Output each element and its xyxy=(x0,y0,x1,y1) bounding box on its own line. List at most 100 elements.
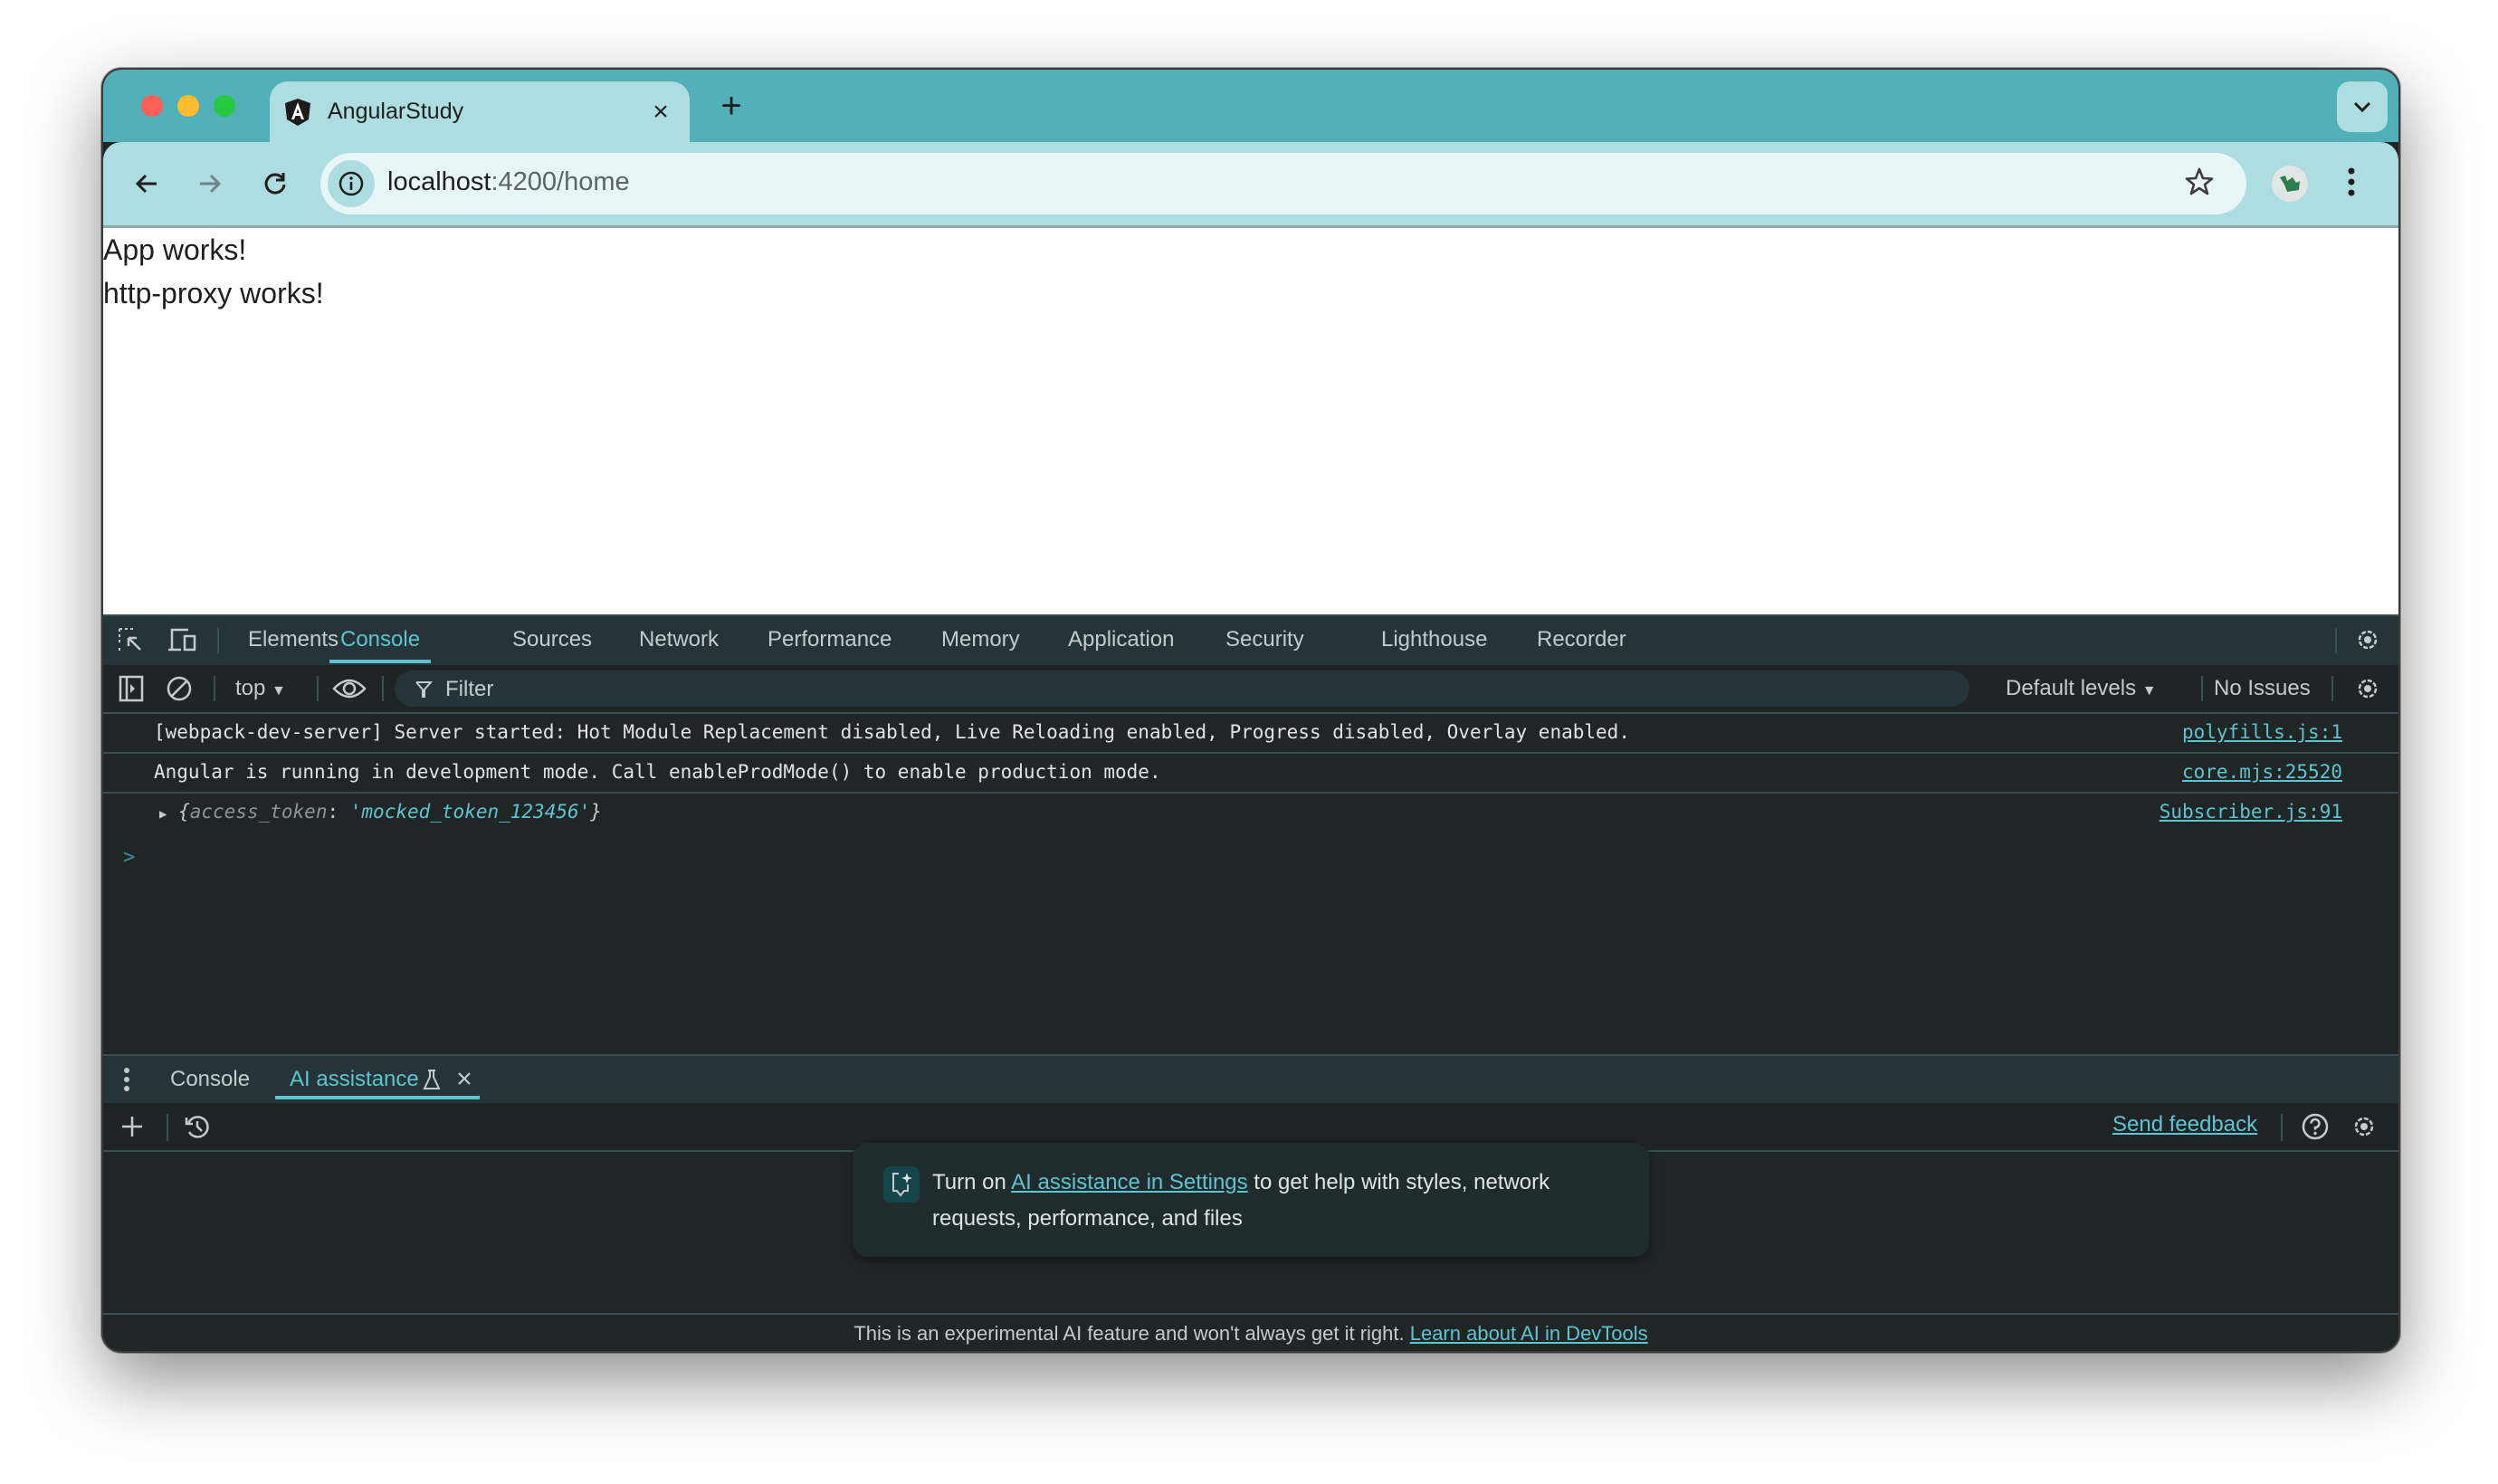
close-icon[interactable] xyxy=(456,1070,472,1087)
block-icon xyxy=(167,676,192,701)
brace-close: } xyxy=(590,801,602,823)
plus-icon xyxy=(122,1117,142,1137)
object-key: access_token xyxy=(189,801,328,823)
help-button[interactable] xyxy=(2301,1112,2330,1141)
tab-elements[interactable]: Elements xyxy=(248,616,338,663)
reload-icon xyxy=(264,173,286,195)
flask-icon xyxy=(423,1070,441,1089)
filter-placeholder: Filter xyxy=(445,677,494,701)
back-button[interactable] xyxy=(127,164,167,204)
brace-open: { xyxy=(178,801,190,823)
devtools-tab-bar: Elements Console Sources Network Perform… xyxy=(103,614,2398,667)
caret-down-icon: ▼ xyxy=(2141,683,2157,699)
ai-assistance-notice: Turn on AI assistance in Settings to get… xyxy=(853,1143,1649,1257)
context-selector[interactable]: top ▼ xyxy=(235,676,286,701)
browser-menu-button[interactable] xyxy=(2346,164,2357,205)
console-object-message[interactable]: ▶ {access_token: 'mocked_token_123456'} … xyxy=(103,794,2398,832)
console-filter-input[interactable]: Filter xyxy=(395,671,1969,707)
device-icon xyxy=(168,628,196,652)
ai-settings-link[interactable]: AI assistance in Settings xyxy=(1011,1170,1247,1194)
send-feedback-link[interactable]: Send feedback xyxy=(2112,1112,2257,1137)
log-levels-dropdown[interactable]: Default levels ▼ xyxy=(2006,676,2157,701)
eye-icon xyxy=(332,679,367,699)
bookmark-button[interactable] xyxy=(2183,166,2216,203)
help-icon xyxy=(2302,1113,2329,1140)
inspect-icon xyxy=(119,628,141,652)
star-icon xyxy=(2185,167,2214,195)
history-button[interactable] xyxy=(183,1112,212,1141)
address-bar[interactable]: localhost:4200/home xyxy=(320,153,2246,214)
drawer-tab-label: AI assistance xyxy=(290,1067,419,1091)
ai-notice-prefix: Turn on xyxy=(932,1170,1012,1194)
gear-icon xyxy=(2354,1117,2374,1137)
ai-settings-button[interactable] xyxy=(2350,1112,2379,1141)
ai-disclaimer-footer: This is an experimental AI feature and w… xyxy=(103,1313,2398,1351)
sparkle-chat-icon xyxy=(892,1173,912,1197)
issues-counter[interactable]: No Issues xyxy=(2214,676,2311,701)
console-message-text: Angular is running in development mode. … xyxy=(154,761,1161,783)
gear-icon xyxy=(2358,679,2378,699)
console-message-text: [webpack-dev-server] Server started: Hot… xyxy=(154,721,1630,743)
disclaimer-text: This is an experimental AI feature and w… xyxy=(853,1322,1410,1345)
tab-strip: AngularStudy × + xyxy=(103,70,2398,142)
more-vertical-icon xyxy=(124,1068,129,1091)
tab-memory[interactable]: Memory xyxy=(941,616,1020,663)
tab-lighthouse[interactable]: Lighthouse xyxy=(1381,616,1487,663)
drawer-menu-button[interactable] xyxy=(121,1065,132,1094)
tab-performance[interactable]: Performance xyxy=(768,616,891,663)
minimize-window-button[interactable] xyxy=(177,95,199,117)
expand-triangle-icon[interactable]: ▶ xyxy=(159,807,167,822)
drawer-tab-bar: Console AI assistance xyxy=(103,1054,2398,1105)
clear-console-button[interactable] xyxy=(165,674,194,703)
filter-icon xyxy=(415,681,433,698)
page-content: App works! http-proxy works! xyxy=(103,228,2398,614)
tab-search-button[interactable] xyxy=(2337,81,2388,132)
forward-button[interactable] xyxy=(190,164,230,204)
info-icon xyxy=(338,171,364,196)
url-text: localhost:4200/home xyxy=(387,167,630,197)
tab-title: AngularStudy xyxy=(328,99,464,124)
new-tab-button[interactable]: + xyxy=(711,86,751,126)
console-settings-button[interactable] xyxy=(2353,674,2382,703)
inspect-element-button[interactable] xyxy=(116,625,145,654)
console-message: [webpack-dev-server] Server started: Hot… xyxy=(103,714,2398,754)
tab-security[interactable]: Security xyxy=(1225,616,1304,663)
tab-application[interactable]: Application xyxy=(1068,616,1174,663)
tab-recorder[interactable]: Recorder xyxy=(1537,616,1626,663)
browser-toolbar: localhost:4200/home xyxy=(103,142,2398,228)
arrow-left-icon xyxy=(135,174,157,194)
drawer-tab-console[interactable]: Console xyxy=(170,1056,250,1103)
reload-button[interactable] xyxy=(255,164,295,204)
console-source-link[interactable]: polyfills.js:1 xyxy=(2182,721,2342,743)
close-tab-icon[interactable]: × xyxy=(648,97,673,128)
console-message: Angular is running in development mode. … xyxy=(103,754,2398,794)
profile-avatar[interactable] xyxy=(2272,166,2308,202)
toggle-sidebar-button[interactable] xyxy=(118,674,145,703)
object-preview: ▶ {access_token: 'mocked_token_123456'} xyxy=(159,801,602,823)
ai-notice-text: Turn on AI assistance in Settings to get… xyxy=(932,1165,1620,1237)
console-source-link[interactable]: Subscriber.js:91 xyxy=(2160,801,2342,823)
browser-tab[interactable]: AngularStudy × xyxy=(270,81,690,142)
proxy-status-text: http-proxy works! xyxy=(103,277,324,309)
console-toolbar: top ▼ Filter Default levels ▼ No Issues xyxy=(103,665,2398,714)
caret-down-icon: ▼ xyxy=(272,683,286,699)
close-window-button[interactable] xyxy=(141,95,163,117)
learn-about-ai-link[interactable]: Learn about AI in DevTools xyxy=(1410,1322,1648,1345)
arrow-right-icon xyxy=(200,174,222,194)
devtools-settings-button[interactable] xyxy=(2353,625,2382,654)
log-levels-value: Default levels xyxy=(2006,676,2137,700)
drawer-tab-ai-assistance[interactable]: AI assistance xyxy=(275,1056,480,1099)
device-toolbar-button[interactable] xyxy=(167,625,197,654)
tab-network[interactable]: Network xyxy=(639,616,719,663)
live-expression-button[interactable] xyxy=(331,674,367,703)
dinosaur-avatar-icon xyxy=(2280,176,2300,192)
app-status-text: App works! xyxy=(103,233,247,266)
zoom-window-button[interactable] xyxy=(214,95,235,117)
console-prompt[interactable]: > xyxy=(123,846,135,869)
tab-console[interactable]: Console xyxy=(329,616,432,663)
tab-sources[interactable]: Sources xyxy=(512,616,592,663)
console-source-link[interactable]: core.mjs:25520 xyxy=(2182,761,2342,783)
history-icon xyxy=(185,1116,209,1138)
new-chat-button[interactable] xyxy=(118,1112,147,1141)
site-info-button[interactable] xyxy=(328,160,375,207)
